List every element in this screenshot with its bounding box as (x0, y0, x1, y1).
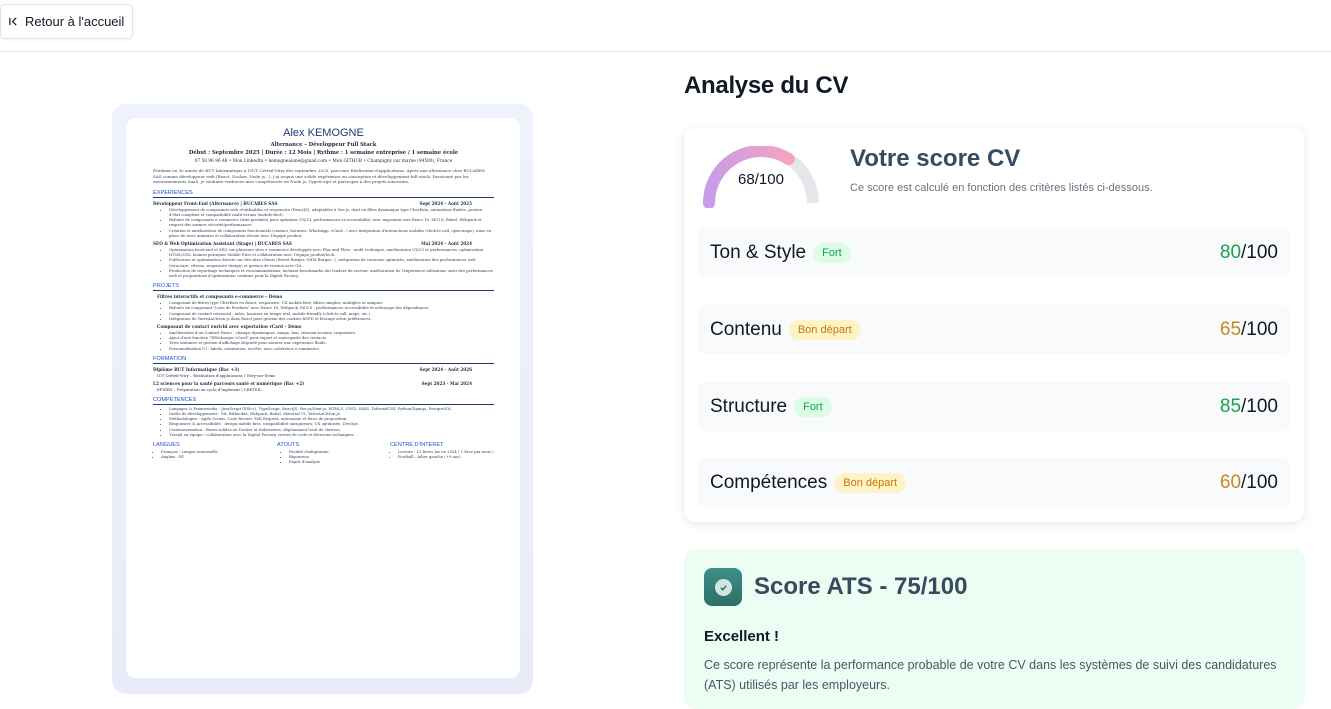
cv-preview: Alex KEMOGNE Alternance – Développeur Fu… (112, 104, 533, 694)
category-name: Compétences (710, 471, 828, 493)
cv-atouts: ATOUTS Facilité d'adaptationRigoureuxEsp… (277, 442, 390, 465)
cv-section-projets: PROJETS (153, 283, 494, 292)
cv-bullet: Création et amélioration de composants f… (169, 228, 494, 238)
ats-verdict: Excellent ! (704, 628, 780, 645)
category-name: Ton & Style (710, 241, 807, 263)
category-score-value: 60 (1219, 471, 1242, 493)
cv-bottom: LANGUES Français : Langue maternelleAngl… (153, 442, 494, 465)
category-score-max: /100 (1241, 241, 1278, 263)
cv-formation-detail: EPISEN – Préparation au cycle d'Ingénieu… (157, 386, 262, 392)
cv-projects: Filtres interactifs et composants e-comm… (153, 294, 494, 351)
cv-job-dates: Mai 2024 - Août 2024 (421, 241, 472, 246)
cv-atouts-list: Facilité d'adaptationRigoureuxEsprit d'a… (277, 449, 390, 465)
back-home-button[interactable]: Retour à l'accueil (0, 4, 134, 39)
cv-interet: CENTRE D'INTERET Lecture : 12 livres lus… (390, 442, 494, 465)
cv-contact: 07 58 96 96 48 • Mon LinkedIn • kemognea… (194, 159, 453, 164)
cv-bullet: Intégration de TarteAuCitron.js dans Rea… (169, 316, 494, 321)
cv-job-bullets: Optimisation front-end et SEO sur plusie… (153, 247, 494, 278)
back-home-label: Retour à l'accueil (25, 14, 125, 29)
cv-interet-list: Lecture : 12 livres lus en 2024 ( 1 livr… (390, 449, 494, 459)
cv-atouts-item: Esprit d'analyse (289, 459, 390, 464)
cv-formation-dates: Sept 2024 - Août 2026 (419, 366, 472, 372)
category-score: 80/100 (1220, 242, 1278, 264)
category-score: 85/100 (1220, 396, 1278, 418)
cv-interet-item: Football : Ailier gauche (+9 ans) (398, 454, 494, 459)
category-name: Contenu (710, 318, 782, 340)
category-row: Structure Fort 85/100 (697, 382, 1291, 431)
cv-formation-dates: Sept 2023 - Mai 2024 (421, 380, 472, 386)
cv-bullet: Développement de composants web réutilis… (169, 207, 494, 217)
category-row: Ton & Style Fort 80/100 (697, 228, 1291, 277)
cv-job-bullets: Développement de composants web réutilis… (153, 207, 494, 238)
category-score-max: /100 (1241, 471, 1278, 493)
cv-langues-title: LANGUES (153, 442, 180, 449)
cv-summary: Étudiant en 3e année de BUT Informatique… (153, 168, 485, 185)
cv-atouts-title: ATOUTS (277, 442, 300, 449)
cv-job-header: Développeur Front-End (Alternance) | BUC… (153, 201, 494, 206)
category-badge: Fort (813, 242, 851, 263)
category-score-max: /100 (1241, 318, 1278, 340)
cv-section-experiences: EXPERIENCES (153, 190, 494, 198)
cv-formation-title: Diplôme BUT Informatique (Bac +3) (153, 366, 240, 372)
cv-project-title: Filtres interactifs et composants e-comm… (157, 294, 283, 300)
top-bar: Retour à l'accueil (0, 0, 1331, 52)
cv-langues-item: Anglais : B1 (161, 454, 277, 459)
arrow-to-left-icon (9, 17, 17, 26)
category-row: Compétences Bon départ 60/100 (697, 458, 1291, 507)
cv-job-title: SEO & Web Optimization Assistant (Stage)… (153, 241, 292, 246)
category-badge: Bon départ (788, 319, 861, 340)
ats-title: Score ATS - 75/100 (754, 573, 968, 600)
category-name: Structure (710, 395, 788, 417)
cv-bullet: Production de reportings techniques et r… (169, 268, 494, 278)
ats-card: Score ATS - 75/100 Excellent ! Ce score … (684, 549, 1305, 709)
cv-project-bullets: Amélioration d'un Contact React : champs… (153, 330, 494, 351)
category-badge: Fort (794, 396, 832, 417)
cv-interet-title: CENTRE D'INTERET (390, 442, 444, 449)
cv-competence: Travail en équipe : collaboration avec l… (169, 432, 494, 437)
cv-job-title: Développeur Front-End (Alternance) | BUC… (153, 200, 278, 206)
cv-bullet: Publication et optimisation directe sur … (169, 257, 494, 267)
category-score-value: 85 (1219, 395, 1242, 417)
cv-section-competences: COMPETENCES (153, 397, 494, 405)
cv-formation-title: L2 sciences pour la santé parcours santé… (153, 380, 305, 386)
cv-page: Alex KEMOGNE Alternance – Développeur Fu… (126, 118, 520, 678)
check-badge-icon (704, 568, 742, 606)
category-row: Contenu Bon départ 65/100 (697, 305, 1291, 354)
cv-project-bullets: Composant de filtres type UberEats en Re… (153, 300, 494, 321)
cv-section-formation: FORMATION (153, 356, 494, 364)
cv-formation: Diplôme BUT Informatique (Bac +3) Sept 20… (153, 367, 494, 392)
category-score-value: 80 (1219, 241, 1242, 263)
category-score: 65/100 (1220, 319, 1278, 341)
cv-subtitle: Alternance – Développeur Full Stack (270, 142, 377, 148)
cv-langues: LANGUES Français : Langue maternelleAngl… (153, 442, 277, 465)
cv-bullet: Optimisation front-end et SEO sur plusie… (169, 247, 494, 257)
cv-langues-list: Français : Langue maternelleAnglais : B1 (153, 449, 277, 459)
cv-formation-header: L2 sciences pour la santé parcours santé… (153, 381, 494, 386)
score-title: Votre score CV (850, 145, 1021, 172)
ats-description: Ce score représente la performance proba… (704, 658, 1277, 692)
cv-formation-detail: IUT Créteil-Vitry – Réalisation d'applic… (157, 372, 276, 378)
cv-formation-header: Diplôme BUT Informatique (Bac +3) Sept 20… (153, 367, 494, 372)
analysis-title: Analyse du CV (684, 72, 849, 99)
cv-bullet: Refonte de composants e-commerce (liste … (169, 217, 494, 227)
category-score: 60/100 (1220, 472, 1278, 494)
category-badge: Bon départ (834, 472, 907, 493)
category-score-max: /100 (1241, 395, 1278, 417)
cv-competences: Langages & Frameworks : JavaScript (ES6+… (153, 406, 494, 437)
score-card: 68/100 Votre score CV Ce score est calcu… (684, 128, 1304, 522)
cv-name: Alex KEMOGNE (283, 127, 364, 139)
cv-job-dates: Sept 2024 - Août 2025 (419, 200, 472, 206)
cv-bullet: Personnalisation UI : labels, orientatio… (169, 346, 494, 351)
cv-info: Début : Septembre 2025 | Durée : 12 Mois… (188, 150, 459, 156)
category-score-value: 65 (1219, 318, 1242, 340)
gauge-value: 68/100 (738, 171, 784, 188)
cv-project-title: Composant de contact enrichi avec export… (157, 324, 302, 330)
cv-job-header: SEO & Web Optimization Assistant (Stage)… (153, 241, 494, 246)
score-description: Ce score est calculé en fonction des cri… (850, 182, 1153, 194)
cv-jobs: Développeur Front-End (Alternance) | BUC… (153, 201, 494, 278)
